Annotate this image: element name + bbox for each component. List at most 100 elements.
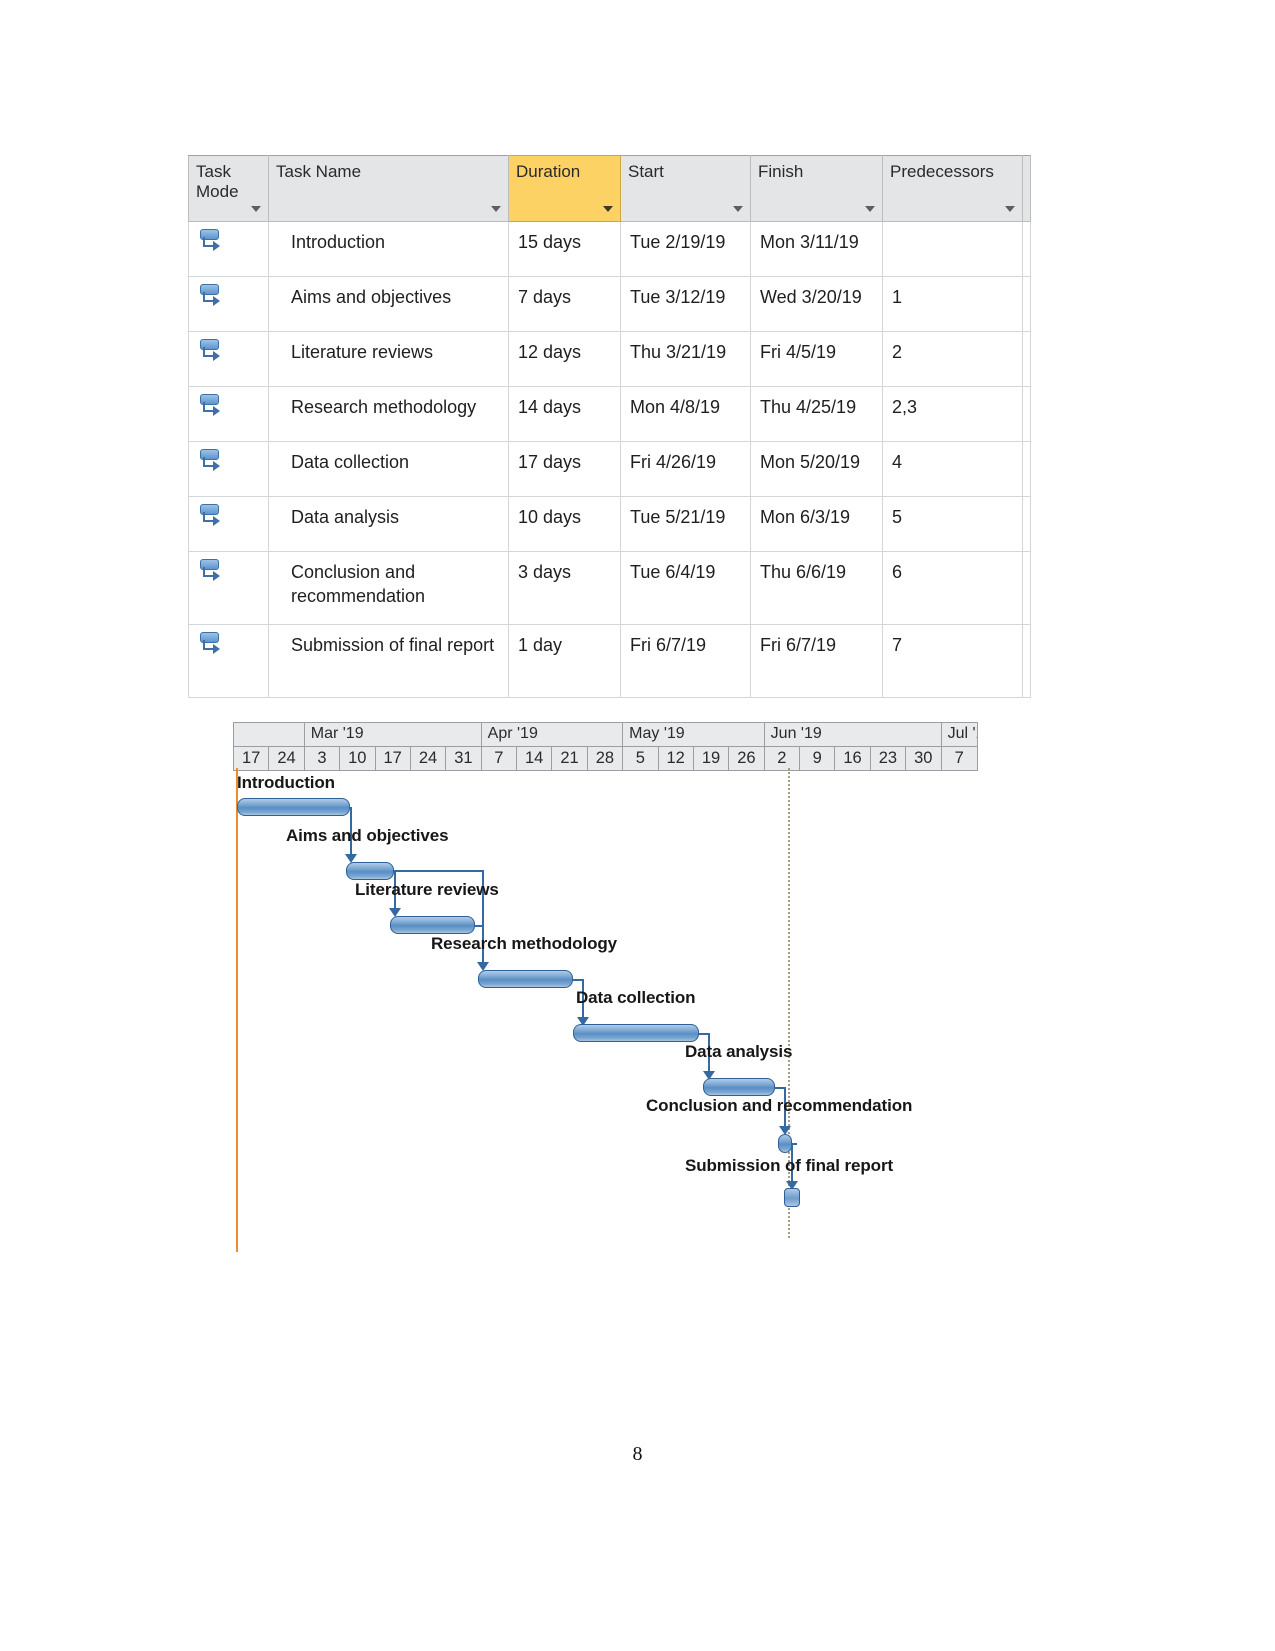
table-row[interactable]: Introduction 15 days Tue 2/19/19 Mon 3/11/1… bbox=[188, 221, 1031, 278]
auto-schedule-icon bbox=[199, 228, 225, 256]
column-header-predecessors[interactable]: Predecessors bbox=[882, 154, 1023, 223]
gantt-task-label: Submission of final report bbox=[685, 1156, 894, 1175]
duration-cell[interactable]: 14 days bbox=[508, 386, 621, 443]
duration-cell[interactable]: 7 days bbox=[508, 276, 621, 333]
start-cell[interactable]: Tue 5/21/19 bbox=[620, 496, 751, 553]
finish-cell[interactable]: Mon 5/20/19 bbox=[750, 441, 883, 498]
finish-cell[interactable]: Mon 6/3/19 bbox=[750, 496, 883, 553]
finish-cell[interactable]: Fri 6/7/19 bbox=[750, 624, 883, 699]
duration-cell[interactable]: 10 days bbox=[508, 496, 621, 553]
predecessors-cell[interactable]: 6 bbox=[882, 551, 1023, 626]
duration-cell[interactable]: 1 day bbox=[508, 624, 621, 699]
gantt-week-tick: 24 bbox=[269, 747, 305, 770]
link-line bbox=[475, 925, 484, 927]
task-mode-cell[interactable] bbox=[188, 624, 269, 699]
link-line bbox=[394, 870, 484, 872]
gantt-chart[interactable]: Mar '19Apr '19May '19Jun '19Jul '19 1724… bbox=[233, 722, 978, 1252]
task-name-cell[interactable]: Data analysis bbox=[268, 496, 509, 553]
gantt-bar-conclusion-and-recommendation[interactable] bbox=[778, 1134, 792, 1153]
gantt-bar-data-analysis[interactable] bbox=[703, 1078, 775, 1096]
table-row[interactable]: Research methodology 14 days Mon 4/8/19 Thu… bbox=[188, 386, 1031, 443]
column-header-task-mode[interactable]: Task Mode bbox=[188, 154, 269, 223]
gantt-task-label: Research methodology bbox=[431, 934, 617, 953]
table-row[interactable]: Submission of final report 1 day Fri 6/7/1… bbox=[188, 624, 1031, 699]
predecessors-cell[interactable]: 5 bbox=[882, 496, 1023, 553]
finish-cell[interactable]: Wed 3/20/19 bbox=[750, 276, 883, 333]
task-name-cell[interactable]: Literature reviews bbox=[268, 331, 509, 388]
task-table[interactable]: Task Mode Task Name Duration Start Finis… bbox=[188, 154, 1031, 699]
filter-dropdown-icon[interactable] bbox=[733, 206, 743, 213]
task-name-cell[interactable]: Data collection bbox=[268, 441, 509, 498]
overflow-cell bbox=[1022, 624, 1031, 699]
task-mode-cell[interactable] bbox=[188, 276, 269, 333]
predecessors-cell[interactable]: 2 bbox=[882, 331, 1023, 388]
task-name-cell[interactable]: Conclusion and recommendation bbox=[268, 551, 509, 626]
column-header-start[interactable]: Start bbox=[620, 154, 751, 223]
duration-cell[interactable]: 12 days bbox=[508, 331, 621, 388]
predecessors-cell[interactable]: 7 bbox=[882, 624, 1023, 699]
finish-cell[interactable]: Fri 4/5/19 bbox=[750, 331, 883, 388]
gantt-week-tick: 10 bbox=[340, 747, 376, 770]
duration-cell[interactable]: 15 days bbox=[508, 221, 621, 278]
table-row[interactable]: Aims and objectives 7 days Tue 3/12/19 Wed … bbox=[188, 276, 1031, 333]
task-name-cell[interactable]: Research methodology bbox=[268, 386, 509, 443]
gantt-month-cell: Jun '19 bbox=[765, 723, 942, 746]
finish-cell[interactable]: Thu 4/25/19 bbox=[750, 386, 883, 443]
task-mode-cell[interactable] bbox=[188, 441, 269, 498]
gantt-task-label: Aims and objectives bbox=[286, 826, 449, 845]
start-cell[interactable]: Tue 3/12/19 bbox=[620, 276, 751, 333]
duration-cell[interactable]: 17 days bbox=[508, 441, 621, 498]
start-cell[interactable]: Tue 2/19/19 bbox=[620, 221, 751, 278]
gantt-milestone-submission-of-final-report[interactable] bbox=[784, 1188, 800, 1207]
auto-schedule-icon bbox=[199, 503, 225, 531]
start-cell[interactable]: Fri 6/7/19 bbox=[620, 624, 751, 699]
gantt-week-tick: 24 bbox=[411, 747, 447, 770]
gantt-bar-data-collection[interactable] bbox=[573, 1024, 699, 1042]
gantt-bar-research-methodology[interactable] bbox=[478, 970, 573, 988]
gantt-bar-introduction[interactable] bbox=[237, 798, 350, 816]
task-mode-cell[interactable] bbox=[188, 551, 269, 626]
finish-cell[interactable]: Mon 3/11/19 bbox=[750, 221, 883, 278]
gantt-week-tick: 14 bbox=[517, 747, 553, 770]
task-name-cell[interactable]: Submission of final report bbox=[268, 624, 509, 699]
task-name-cell[interactable]: Aims and objectives bbox=[268, 276, 509, 333]
column-header-finish[interactable]: Finish bbox=[750, 154, 883, 223]
filter-dropdown-icon[interactable] bbox=[603, 206, 613, 213]
task-mode-cell[interactable] bbox=[188, 386, 269, 443]
start-cell[interactable]: Fri 4/26/19 bbox=[620, 441, 751, 498]
column-header-task-name[interactable]: Task Name bbox=[268, 154, 509, 223]
table-row[interactable]: Conclusion and recommendation 3 days Tue 6… bbox=[188, 551, 1031, 626]
task-mode-cell[interactable] bbox=[188, 221, 269, 278]
auto-schedule-icon bbox=[199, 558, 225, 586]
finish-cell[interactable]: Thu 6/6/19 bbox=[750, 551, 883, 626]
page-number: 8 bbox=[632, 1443, 643, 1465]
gantt-week-tick: 17 bbox=[234, 747, 270, 770]
predecessors-cell[interactable] bbox=[882, 221, 1023, 278]
column-header-duration[interactable]: Duration bbox=[508, 154, 621, 223]
duration-cell[interactable]: 3 days bbox=[508, 551, 621, 626]
gantt-month-cell: Apr '19 bbox=[482, 723, 624, 746]
gantt-bar-aims-and-objectives[interactable] bbox=[346, 862, 394, 880]
start-cell[interactable]: Tue 6/4/19 bbox=[620, 551, 751, 626]
start-cell[interactable]: Mon 4/8/19 bbox=[620, 386, 751, 443]
task-mode-cell[interactable] bbox=[188, 331, 269, 388]
task-mode-cell[interactable] bbox=[188, 496, 269, 553]
filter-dropdown-icon[interactable] bbox=[251, 206, 261, 213]
start-cell[interactable]: Thu 3/21/19 bbox=[620, 331, 751, 388]
gantt-month-cell: Jul '19 bbox=[947, 725, 977, 742]
filter-dropdown-icon[interactable] bbox=[1005, 206, 1015, 213]
task-name-cell[interactable]: Introduction bbox=[268, 221, 509, 278]
table-row[interactable]: Literature reviews 12 days Thu 3/21/19 Fri … bbox=[188, 331, 1031, 388]
gantt-bar-literature-reviews[interactable] bbox=[390, 916, 475, 934]
table-row[interactable]: Data collection 17 days Fri 4/26/19 Mon 5/2… bbox=[188, 441, 1031, 498]
filter-dropdown-icon[interactable] bbox=[491, 206, 501, 213]
predecessors-cell[interactable]: 1 bbox=[882, 276, 1023, 333]
filter-dropdown-icon[interactable] bbox=[865, 206, 875, 213]
predecessors-cell[interactable]: 4 bbox=[882, 441, 1023, 498]
table-header-row: Task Mode Task Name Duration Start Finis… bbox=[188, 154, 1031, 223]
table-row[interactable]: Data analysis 10 days Tue 5/21/19 Mon 6/3/1… bbox=[188, 496, 1031, 553]
auto-schedule-icon bbox=[199, 393, 225, 421]
predecessors-cell[interactable]: 2,3 bbox=[882, 386, 1023, 443]
gantt-bar-area[interactable]: Introduction Aims and objectives Literat… bbox=[233, 768, 978, 1252]
gantt-week-tick: 19 bbox=[694, 747, 730, 770]
